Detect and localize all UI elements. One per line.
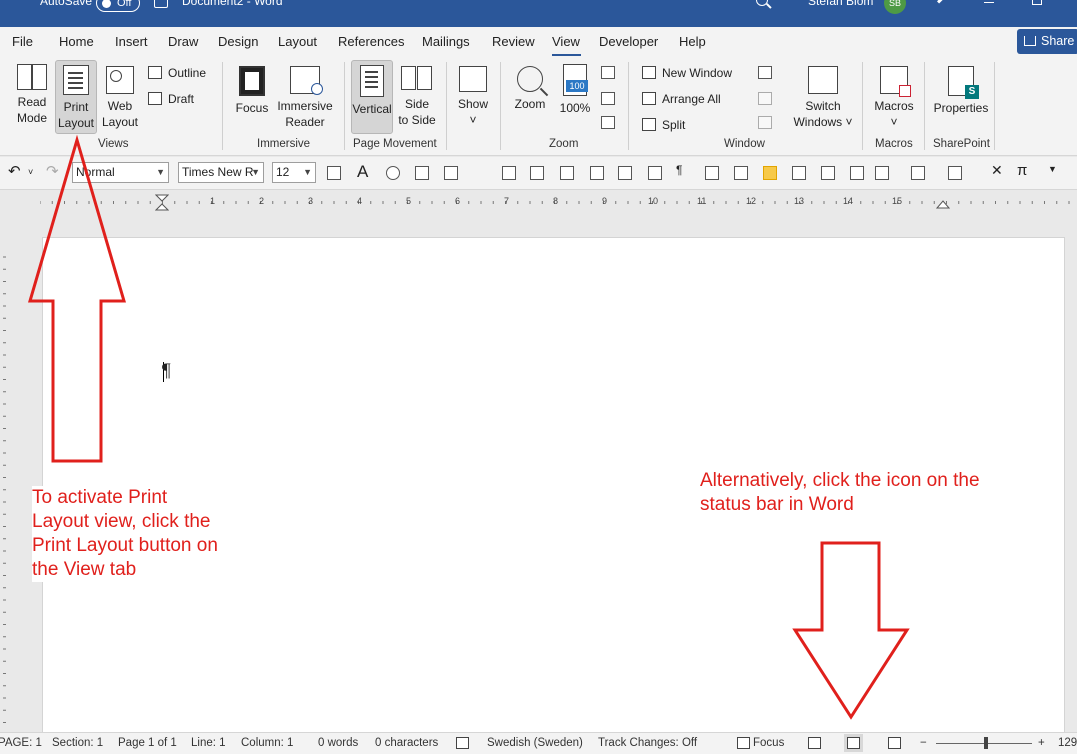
down-arrow-icon — [792, 541, 910, 720]
status-page[interactable]: PAGE: 1 — [0, 737, 42, 749]
status-words[interactable]: 0 words — [318, 737, 358, 749]
annotation-arrows — [27, 134, 910, 720]
web-layout-status-icon[interactable] — [888, 737, 901, 749]
read-mode-status-icon[interactable] — [808, 737, 821, 749]
status-language[interactable]: Swedish (Sweden) — [487, 737, 583, 749]
up-arrow-icon — [27, 134, 127, 463]
status-characters[interactable]: 0 characters — [375, 737, 438, 749]
status-track-changes[interactable]: Track Changes: Off — [598, 737, 697, 749]
status-line[interactable]: Line: 1 — [191, 737, 226, 749]
zoom-in-button[interactable]: + — [1038, 737, 1045, 749]
proofing-icon[interactable] — [456, 737, 469, 749]
status-column[interactable]: Column: 1 — [241, 737, 293, 749]
zoom-slider-thumb[interactable] — [984, 737, 988, 749]
zoom-out-button[interactable]: − — [920, 737, 927, 749]
status-page-of[interactable]: Page 1 of 1 — [118, 737, 177, 749]
status-focus[interactable]: Focus — [753, 737, 784, 749]
zoom-percent[interactable]: 129 — [1058, 737, 1077, 749]
status-section[interactable]: Section: 1 — [52, 737, 103, 749]
status-bar: PAGE: 1 Section: 1 Page 1 of 1 Line: 1 C… — [0, 732, 1077, 754]
focus-mode-icon[interactable] — [737, 737, 750, 749]
print-layout-status-icon[interactable] — [847, 737, 860, 749]
